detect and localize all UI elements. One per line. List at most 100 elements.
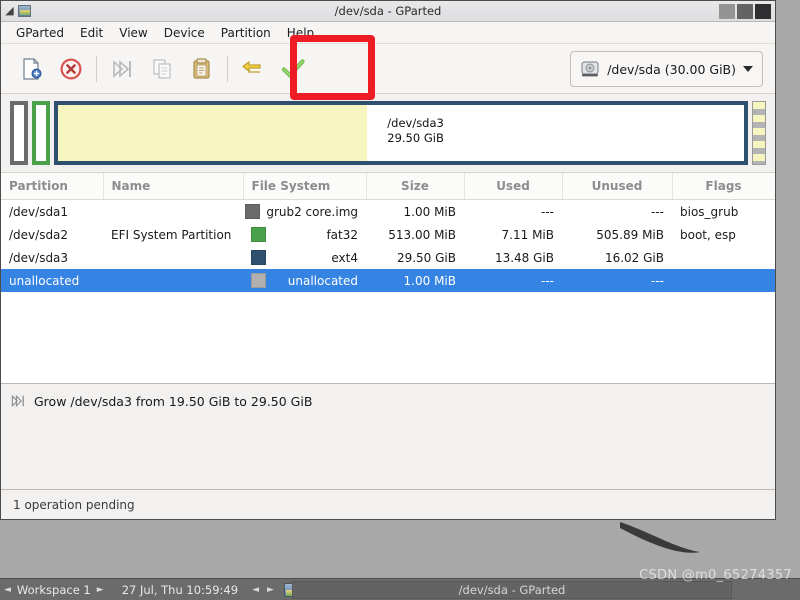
wallpaper-swoosh (620, 522, 740, 562)
apply-icon (281, 58, 305, 78)
cell-used: 13.48 GiB (494, 250, 554, 265)
table-row[interactable]: /dev/sda3 ext4 29.50 GiB 13.48 GiB 16.02… (1, 246, 775, 269)
taskbar-scroll-right-icon[interactable]: ► (263, 585, 278, 595)
delete-partition-icon (60, 58, 82, 79)
column-header-name[interactable]: Name (103, 173, 244, 200)
graphic-partition-sda3-label: /dev/sda3 29.50 GiB (387, 116, 444, 146)
cell-filesystem: grub2 core.img (243, 200, 366, 224)
cell-used: --- (464, 269, 562, 292)
cell-partition: /dev/sda1 (9, 204, 69, 219)
cell-unused: --- (562, 269, 672, 292)
delete-partition-button[interactable] (51, 49, 91, 89)
filesystem-color-swatch (251, 273, 266, 288)
taskbar-clock[interactable]: 27 Jul, Thu 10:59:49 (108, 583, 248, 597)
column-header-partition[interactable]: Partition (1, 173, 104, 200)
cell-used: 7.11 MiB (501, 227, 554, 242)
status-text: 1 operation pending (13, 497, 135, 512)
graphic-sda3-size: 29.50 GiB (387, 131, 444, 145)
operation-description: Grow /dev/sda3 from 19.50 GiB to 29.50 G… (34, 393, 313, 409)
cell-filesystem: ext4 (243, 246, 366, 269)
menu-help[interactable]: Help (279, 24, 322, 42)
workspace-label[interactable]: Workspace 1 (15, 583, 93, 597)
pending-operations-pane: Grow /dev/sda3 from 19.50 GiB to 29.50 G… (1, 383, 775, 489)
harddisk-icon (581, 61, 599, 77)
filesystem-label: unallocated (287, 273, 358, 288)
apply-all-operations-button[interactable] (273, 49, 313, 89)
column-header-used[interactable]: Used (464, 173, 563, 200)
filesystem-color-swatch (251, 250, 266, 265)
operation-item[interactable]: Grow /dev/sda3 from 19.50 GiB to 29.50 G… (1, 391, 775, 411)
cell-filesystem: fat32 (243, 223, 366, 246)
window-titlebar[interactable]: ◢ /dev/sda - GParted (1, 1, 775, 22)
cell-used: --- (541, 204, 554, 219)
cell-flags (672, 246, 775, 269)
cell-size: 513.00 MiB (388, 227, 456, 242)
table-row[interactable]: /dev/sda2 EFI System Partition fat32 513… (1, 223, 775, 246)
toolbar-separator-2 (227, 55, 228, 82)
paste-button[interactable] (182, 49, 222, 89)
undo-icon (242, 60, 261, 73)
taskbar-scroll-left-icon[interactable]: ◄ (248, 585, 263, 595)
maximize-button[interactable] (737, 4, 753, 19)
table-header-row: Partition Name File System Size Used Unu… (1, 173, 775, 200)
menu-device[interactable]: Device (156, 24, 213, 42)
filesystem-label: grub2 core.img (266, 204, 358, 219)
graphic-partition-sda3[interactable]: /dev/sda3 29.50 GiB (54, 101, 748, 165)
resize-move-button (102, 49, 142, 89)
new-partition-icon (23, 57, 42, 80)
cell-unused: 505.89 MiB (596, 227, 664, 242)
cell-name: EFI System Partition (111, 227, 232, 242)
column-header-unused[interactable]: Unused (562, 173, 673, 200)
cell-filesystem: unallocated (243, 269, 366, 292)
taskbar-window-button[interactable]: /dev/sda - GParted (292, 580, 732, 599)
column-header-size[interactable]: Size (366, 173, 465, 200)
graphic-partition-sda3-used (58, 105, 367, 161)
cell-name (103, 200, 243, 224)
cell-partition: /dev/sda2 (9, 227, 69, 242)
cell-flags: bios_grub (680, 204, 739, 219)
cell-flags (672, 269, 775, 292)
taskbar: ◄ Workspace 1 ► 27 Jul, Thu 10:59:49 ◄ ►… (0, 578, 800, 600)
menu-gparted[interactable]: GParted (8, 24, 72, 42)
close-button[interactable] (755, 4, 771, 19)
table-empty-area (1, 292, 775, 383)
column-header-filesystem[interactable]: File System (243, 173, 367, 200)
cell-size: 1.00 MiB (366, 269, 464, 292)
column-header-flags[interactable]: Flags (672, 173, 775, 200)
gparted-window: ◢ /dev/sda - GParted GParted Edit View D… (0, 0, 776, 520)
cell-name (103, 246, 243, 269)
workspace-prev-icon[interactable]: ◄ (0, 585, 15, 595)
table-row[interactable]: unallocated unallocated 1.00 MiB --- --- (1, 269, 775, 292)
graphic-partition-sda2[interactable] (32, 101, 50, 165)
copy-button (142, 49, 182, 89)
window-controls (719, 4, 771, 19)
menu-view[interactable]: View (111, 24, 155, 42)
cell-unused: 16.02 GiB (604, 250, 664, 265)
workspace-next-icon[interactable]: ► (93, 585, 108, 595)
resize-grow-icon (11, 394, 24, 408)
cell-size: 29.50 GiB (396, 250, 456, 265)
new-partition-button[interactable] (11, 49, 51, 89)
graphic-sda3-name: /dev/sda3 (387, 116, 444, 130)
cell-partition: /dev/sda3 (9, 250, 69, 265)
toolbar-separator (96, 55, 97, 82)
graphic-partition-sda1[interactable] (10, 101, 28, 165)
undo-all-operations-button[interactable] (233, 49, 273, 89)
cell-flags: boot, esp (680, 227, 736, 242)
partition-table-container: Partition Name File System Size Used Unu… (1, 172, 775, 383)
device-selector-dropdown[interactable]: /dev/sda (30.00 GiB) (570, 51, 763, 87)
window-title: /dev/sda - GParted (334, 4, 442, 18)
menu-partition[interactable]: Partition (213, 24, 279, 42)
table-row[interactable]: /dev/sda1 grub2 core.img 1.00 MiB --- --… (1, 200, 775, 224)
menu-edit[interactable]: Edit (72, 24, 111, 42)
cell-name (103, 269, 243, 292)
cell-unused: --- (651, 204, 664, 219)
minimize-button[interactable] (719, 4, 735, 19)
cell-partition: unallocated (1, 269, 103, 292)
paste-icon (193, 57, 210, 79)
status-bar: 1 operation pending (1, 489, 775, 519)
partition-graphic: /dev/sda3 29.50 GiB (1, 94, 775, 172)
graphic-partition-unallocated[interactable] (752, 101, 766, 165)
filesystem-color-swatch (251, 227, 266, 242)
resize-move-icon (113, 59, 131, 78)
